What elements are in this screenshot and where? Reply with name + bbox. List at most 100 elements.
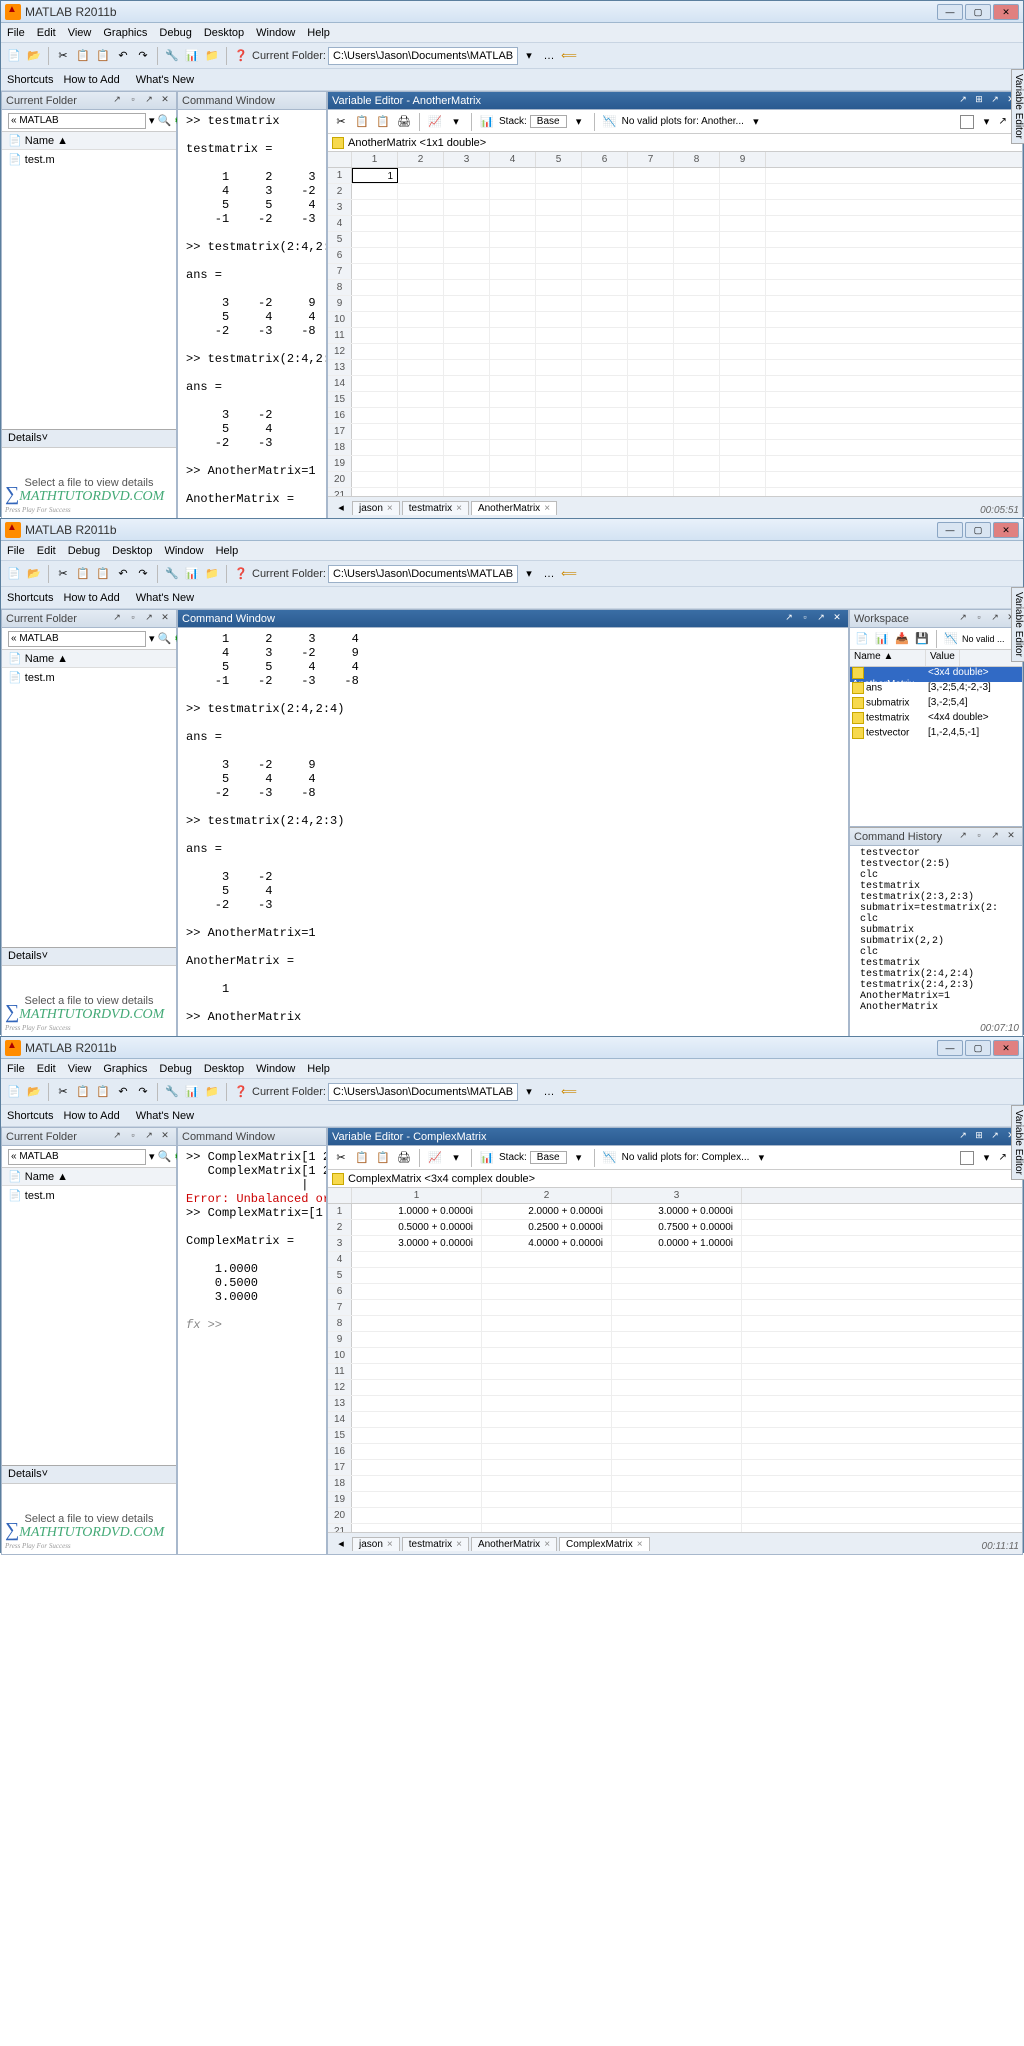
menu-view[interactable]: View — [68, 27, 92, 39]
browse-icon[interactable]: … — [540, 47, 558, 65]
guide-icon[interactable]: 📊 — [183, 47, 201, 65]
ved-cut-icon[interactable]: ✂ — [332, 113, 350, 131]
ved-paste-icon[interactable]: 📋 — [374, 1149, 392, 1167]
whatsnew-button[interactable]: What's New — [130, 591, 200, 605]
help-icon[interactable]: ❓ — [232, 1083, 250, 1101]
open-icon[interactable]: 📂 — [25, 1083, 43, 1101]
undock-icon[interactable]: ↗ — [110, 94, 124, 108]
ved-cut-icon[interactable]: ✂ — [332, 1149, 350, 1167]
workspace-list[interactable]: AnotherMatrix<3x4 double>ans[3,-2;5,4;-2… — [850, 667, 1022, 826]
ws-new-icon[interactable]: 📄 — [853, 630, 871, 648]
ved-tab-anothermatrix[interactable]: AnotherMatrix× — [471, 1537, 557, 1551]
search-icon[interactable]: 🔍 — [158, 112, 172, 130]
ved-copy-icon[interactable]: 📋 — [353, 1149, 371, 1167]
menu-window[interactable]: Window — [164, 545, 203, 557]
data-grid[interactable]: 123 11.0000 + 0.0000i2.0000 + 0.0000i3.0… — [328, 1188, 1022, 1532]
ved-noplot-icon[interactable]: 📉 — [601, 1149, 619, 1167]
help-icon[interactable]: ❓ — [232, 47, 250, 65]
file-item[interactable]: 📄 test.m — [6, 670, 172, 685]
minimize-button[interactable]: — — [937, 1040, 963, 1056]
back-icon[interactable]: ⟸ — [560, 47, 578, 65]
maximize-button[interactable]: ▢ — [965, 522, 991, 538]
stack-select[interactable]: Base — [530, 1151, 567, 1164]
open-icon[interactable]: 📂 — [25, 47, 43, 65]
folder-path-input[interactable] — [8, 113, 146, 129]
menu-graphics[interactable]: Graphics — [103, 1063, 147, 1075]
menu-help[interactable]: Help — [216, 545, 239, 557]
copy-icon[interactable]: 📋 — [74, 1083, 92, 1101]
ved-brush-icon[interactable]: ▾ — [447, 113, 465, 131]
paste-icon[interactable]: 📋 — [94, 47, 112, 65]
details-collapse-icon[interactable]: ˅ — [42, 432, 48, 445]
ws-plot-icon[interactable]: 📉 — [942, 630, 960, 648]
howtoadd-button[interactable]: How to Add — [57, 73, 125, 87]
cut-icon[interactable]: ✂ — [54, 565, 72, 583]
profiler-icon[interactable]: 📁 — [203, 47, 221, 65]
command-window-content[interactable]: >> ComplexMatrix[1 2 3 -1; ComplexMatrix… — [178, 1146, 326, 1554]
close-button[interactable]: ✕ — [993, 1040, 1019, 1056]
variable-editor-sidetab[interactable]: Variable Editor — [1011, 587, 1024, 662]
file-item[interactable]: 📄 test.m — [6, 1188, 172, 1203]
name-column-header[interactable]: 📄 Name ▲ — [2, 132, 176, 150]
ved-tab-testmatrix[interactable]: testmatrix× — [402, 1537, 469, 1551]
curfolder-input[interactable] — [328, 47, 518, 65]
redo-icon[interactable]: ↷ — [134, 47, 152, 65]
panel-close-icon[interactable]: ↗ — [142, 94, 156, 108]
simulink-icon[interactable]: 🔧 — [163, 47, 181, 65]
tile-button[interactable] — [960, 115, 974, 129]
simulink-icon[interactable]: 🔧 — [163, 565, 181, 583]
redo-icon[interactable]: ↷ — [134, 565, 152, 583]
folder-dropdown-icon[interactable]: ▾ — [149, 112, 155, 130]
menu-window[interactable]: Window — [256, 1063, 295, 1075]
ws-open-icon[interactable]: 📊 — [873, 630, 891, 648]
variable-editor-sidetab[interactable]: Variable Editor — [1011, 69, 1024, 144]
whatsnew-button[interactable]: What's New — [130, 73, 200, 87]
ved-undock-icon[interactable]: ↗ — [956, 94, 970, 108]
close-button[interactable]: ✕ — [993, 4, 1019, 20]
open-icon[interactable]: 📂 — [25, 565, 43, 583]
ws-import-icon[interactable]: 📥 — [893, 630, 911, 648]
profiler-icon[interactable]: 📁 — [203, 565, 221, 583]
menu-desktop[interactable]: Desktop — [204, 27, 244, 39]
new-icon[interactable]: 📄 — [5, 1083, 23, 1101]
menu-window[interactable]: Window — [256, 27, 295, 39]
profiler-icon[interactable]: 📁 — [203, 1083, 221, 1101]
ved-tab-testmatrix[interactable]: testmatrix× — [402, 501, 469, 515]
curfolder-input[interactable] — [328, 1083, 518, 1101]
menu-debug[interactable]: Debug — [68, 545, 100, 557]
command-history-list[interactable]: testvectortestvector(2:5)clctestmatrixte… — [850, 846, 1022, 1036]
dropdown-icon[interactable]: ▾ — [520, 47, 538, 65]
menu-graphics[interactable]: Graphics — [103, 27, 147, 39]
simulink-icon[interactable]: 🔧 — [163, 1083, 181, 1101]
stack-select[interactable]: Base — [530, 115, 567, 128]
new-icon[interactable]: 📄 — [5, 565, 23, 583]
help-icon[interactable]: ❓ — [232, 565, 250, 583]
undo-icon[interactable]: ↶ — [114, 1083, 132, 1101]
ved-print-icon[interactable]: 🖨 — [395, 1149, 413, 1167]
copy-icon[interactable]: 📋 — [74, 47, 92, 65]
minimize-button[interactable]: — — [937, 522, 963, 538]
menu-edit[interactable]: Edit — [37, 1063, 56, 1075]
menu-file[interactable]: File — [7, 27, 25, 39]
ved-copy-icon[interactable]: 📋 — [353, 113, 371, 131]
ved-plot-icon[interactable]: 📈 — [426, 1149, 444, 1167]
tab-scroll-icon[interactable]: ◂ — [332, 499, 350, 517]
menu-desktop[interactable]: Desktop — [204, 1063, 244, 1075]
redo-icon[interactable]: ↷ — [134, 1083, 152, 1101]
ved-insert-icon[interactable]: 📊 — [478, 113, 496, 131]
ved-noplot-icon[interactable]: 📉 — [601, 113, 619, 131]
panel-x-icon[interactable]: ✕ — [158, 94, 172, 108]
ved-tab-jason[interactable]: jason× — [352, 501, 400, 515]
paste-icon[interactable]: 📋 — [94, 1083, 112, 1101]
menu-desktop[interactable]: Desktop — [112, 545, 152, 557]
undo-icon[interactable]: ↶ — [114, 565, 132, 583]
menu-help[interactable]: Help — [307, 27, 330, 39]
maximize-button[interactable]: ▢ — [965, 1040, 991, 1056]
minimize-button[interactable]: — — [937, 4, 963, 20]
undo-icon[interactable]: ↶ — [114, 47, 132, 65]
menu-debug[interactable]: Debug — [159, 1063, 191, 1075]
ved-tab-anothermatrix[interactable]: AnotherMatrix× — [471, 501, 557, 515]
variable-editor-sidetab[interactable]: Variable Editor — [1011, 1105, 1024, 1180]
ved-print-icon[interactable]: 🖨 — [395, 113, 413, 131]
command-window-content[interactable]: 1 2 3 4 4 3 -2 9 5 5 4 4 -1 -2 -3 -8 >> … — [178, 628, 848, 1036]
